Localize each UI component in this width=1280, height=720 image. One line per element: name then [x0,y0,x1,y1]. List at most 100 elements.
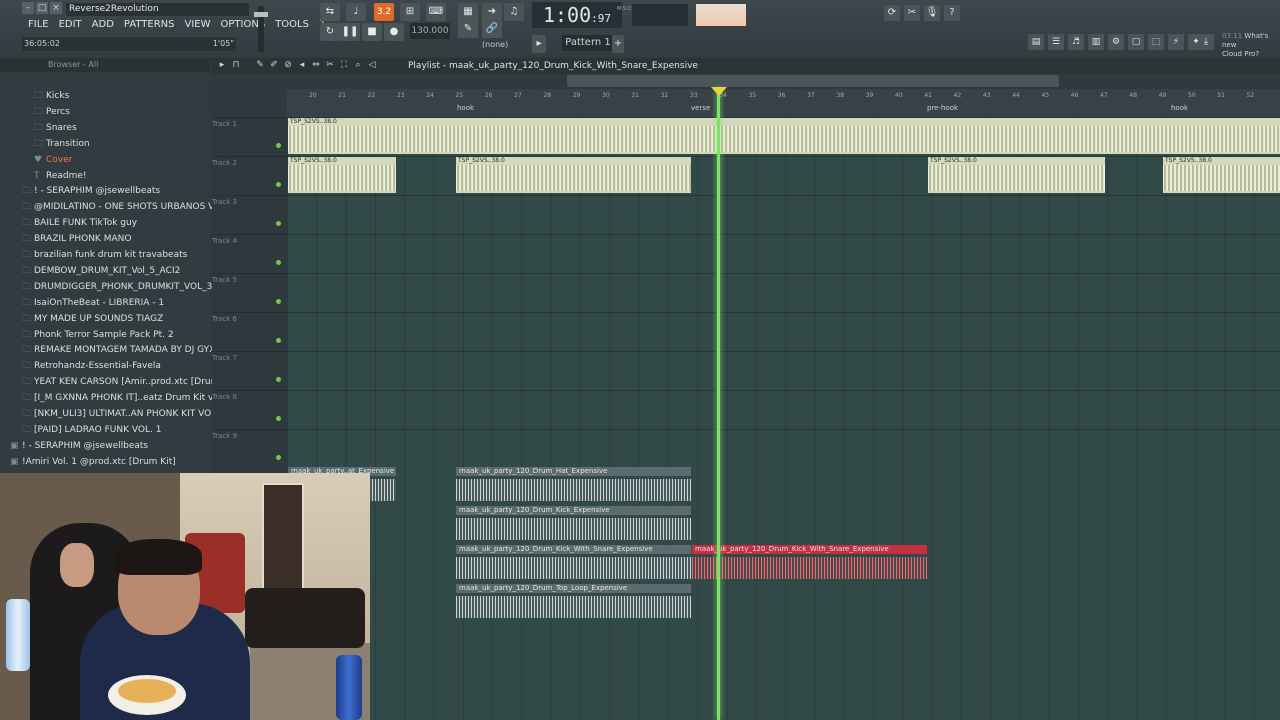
menu-tools[interactable]: TOOLS [271,18,313,32]
mute-icon[interactable]: ◂ [296,59,308,72]
track-enable-icon[interactable] [276,377,281,382]
download-icon[interactable]: ⤓ [1198,34,1214,50]
track-enable-icon[interactable] [276,338,281,343]
stop-button[interactable]: ■ [362,23,382,41]
track-enable-icon[interactable] [276,143,281,148]
record-mode-button[interactable]: 3.2 [374,3,394,21]
pencil-icon[interactable]: ✎ [458,20,478,38]
browser-header[interactable]: Browser - All [0,58,210,72]
pattern-clip[interactable]: TSP_S2VS..38.0 [928,157,1105,193]
arrow-right-icon[interactable]: ▸ [216,59,228,72]
browser-item[interactable]: 🗀 Phonk Terror Sample Pack Pt. 2 [0,328,228,343]
track-enable-icon[interactable] [276,455,281,460]
audio-clip[interactable]: maak_uk_party_120_Drum_Kick_With_Snare_E… [456,545,691,581]
snap-icon[interactable]: ▦ [458,3,478,21]
snap-select[interactable]: (none) [482,40,508,49]
track-header[interactable]: Track 7 [212,351,287,391]
pattern-clip[interactable]: TSP_S2VS..38.0 [1163,157,1280,193]
link-icon[interactable]: 🔗 [482,20,502,38]
pattern-selector[interactable]: Pattern 1 [562,35,614,51]
plugin-picker-icon[interactable]: ⚡ [1168,34,1184,50]
browser-item[interactable]: ▣ !Amiri Vol. 1 @prod.xtc [Drum Kit] [0,455,216,470]
step-edit-icon[interactable]: ⊞ [400,3,420,21]
arrow-right-icon[interactable]: ➜ [482,3,502,21]
refresh-icon[interactable]: ⟳ [884,5,900,21]
pause-button[interactable]: ❚❚ [340,23,360,41]
channel-rack-icon[interactable]: ☰ [1048,34,1064,50]
track-enable-icon[interactable] [276,416,281,421]
maximize-icon[interactable]: □ [36,2,48,14]
record-button[interactable]: ● [384,23,404,41]
typing-keyboard-icon[interactable]: ⌨ [426,3,446,21]
master-volume-slider[interactable] [254,6,268,52]
time-marker[interactable]: verse [691,104,710,112]
plugin-icon[interactable]: ⚙ [1108,34,1124,50]
loop-icon[interactable]: ↻ [320,23,340,41]
browser-item[interactable]: 🗀 Transition [0,137,240,152]
browser-item[interactable]: 🗀 BRAZIL PHONK MANO [0,232,228,247]
horizontal-scrollbar[interactable] [567,75,1059,87]
microphone-icon[interactable]: 🎙 [924,5,940,21]
track-header[interactable]: Track 9 [212,429,287,469]
track-enable-icon[interactable] [276,299,281,304]
menu-edit[interactable]: EDIT [55,18,86,32]
browser-item[interactable]: 🗀 YEAT KEN CARSON [Amir..prod.xtc [Drum K… [0,375,228,390]
browser-item[interactable]: 🗀 [PAID] LADRAO FUNK VOL. 1 [0,423,228,438]
slice-icon[interactable]: ✂ [324,59,336,72]
minimize-icon[interactable]: – [22,2,34,14]
slip-icon[interactable]: ⇔ [310,59,322,72]
audio-clip[interactable]: maak_uk_party_120_Drum_Hat_Expensive [456,467,691,503]
tempo-display[interactable]: 130.000 [410,23,450,39]
track-enable-icon[interactable] [276,221,281,226]
browser-item[interactable]: 🗀 IsaiOnTheBeat - LIBRERIA - 1 [0,296,228,311]
playhead[interactable] [717,87,720,720]
browser-item[interactable]: 🗀 MY MADE UP SOUNDS TIAGZ [0,312,228,327]
track-header[interactable]: Track 6 [212,312,287,352]
add-pattern-icon[interactable]: + [612,35,624,53]
menu-patterns[interactable]: PATTERNS [120,18,179,32]
browser-item[interactable]: T Readme! [0,169,240,184]
browser-item[interactable]: 🗀 brazilian funk drum kit travabeats [0,248,228,263]
select-icon[interactable]: ⛶ [338,59,350,72]
pattern-song-toggle-icon[interactable]: ⇆ [320,3,340,21]
browser-item[interactable]: 🗀 Percs [0,105,240,120]
browser-item[interactable]: 🗀 BAILE FUNK TikTok guy [0,216,228,231]
track-enable-icon[interactable] [276,182,281,187]
mixer-icon[interactable]: ▥ [1088,34,1104,50]
time-marker[interactable]: hook [457,104,474,112]
help-icon[interactable]: ? [944,5,960,21]
time-marker[interactable]: hook [1171,104,1188,112]
metronome-icon[interactable]: ♩ [346,3,366,21]
playlist-window-icon[interactable]: ▤ [1028,34,1044,50]
audio-clip[interactable]: maak_uk_party_120_Drum_Kick_Expensive [456,506,691,542]
browser-item[interactable]: 🗀 @MIDILATINO - ONE SHOTS URBANOS VOL. 2 [0,200,228,215]
menu-add[interactable]: ADD [88,18,118,32]
track-header[interactable]: Track 3 [212,195,287,235]
browser-item[interactable]: ♥ Cover [0,153,240,168]
track-header[interactable]: Track 2 [212,156,287,196]
playback-icon[interactable]: ◁ [366,59,378,72]
browser-item[interactable]: 🗀 DEMBOW_DRUM_KIT_Vol_5_ACI2 [0,264,228,279]
browser-item[interactable]: 🗀 Retrohandz-Essential-Favela [0,359,228,374]
pencil-icon[interactable]: ✎ [254,59,266,72]
track-enable-icon[interactable] [276,260,281,265]
prev-pattern-icon[interactable]: ▸ [532,35,546,53]
zoom-icon[interactable]: ⌕ [352,59,364,72]
time-marker[interactable]: pre-hook [927,104,958,112]
browser-item[interactable]: 🗀 Kicks [0,89,240,104]
pattern-clip[interactable]: TSP_S2VS..38.0 [456,157,691,193]
audio-clip[interactable]: maak_uk_party_120_Drum_Top_Loop_Expensiv… [456,584,691,620]
browser-item[interactable]: 🗀 Snares [0,121,240,136]
magnet-icon[interactable]: ⊓ [230,59,242,72]
audio-clip[interactable]: maak_uk_party_120_Drum_Kick_With_Snare_E… [692,545,927,581]
browser-item[interactable]: 🗀 DRUMDIGGER_PHONK_DRUMKIT_VOL_3 [0,280,228,295]
browser-item[interactable]: 🗀 REMAKE MONTAGEM TAMADA BY DJ GYX [0,343,228,358]
timeline-ruler[interactable]: 20 21 22 23 24 25 26 27 28 29 30 31 32 33 34 35 36 37 38 39… [287,89,1280,117]
browser-window-icon[interactable]: ▢ [1128,34,1144,50]
song-time-display[interactable]: 1:00:97 [532,2,622,28]
wait-icon[interactable]: ♫ [504,3,524,21]
news-panel[interactable]: 03:11 What's new Cloud Pro? [1222,32,1280,59]
paint-icon[interactable]: ✐ [268,59,280,72]
delete-icon[interactable]: ⊘ [282,59,294,72]
track-header[interactable]: Track 8 [212,390,287,430]
